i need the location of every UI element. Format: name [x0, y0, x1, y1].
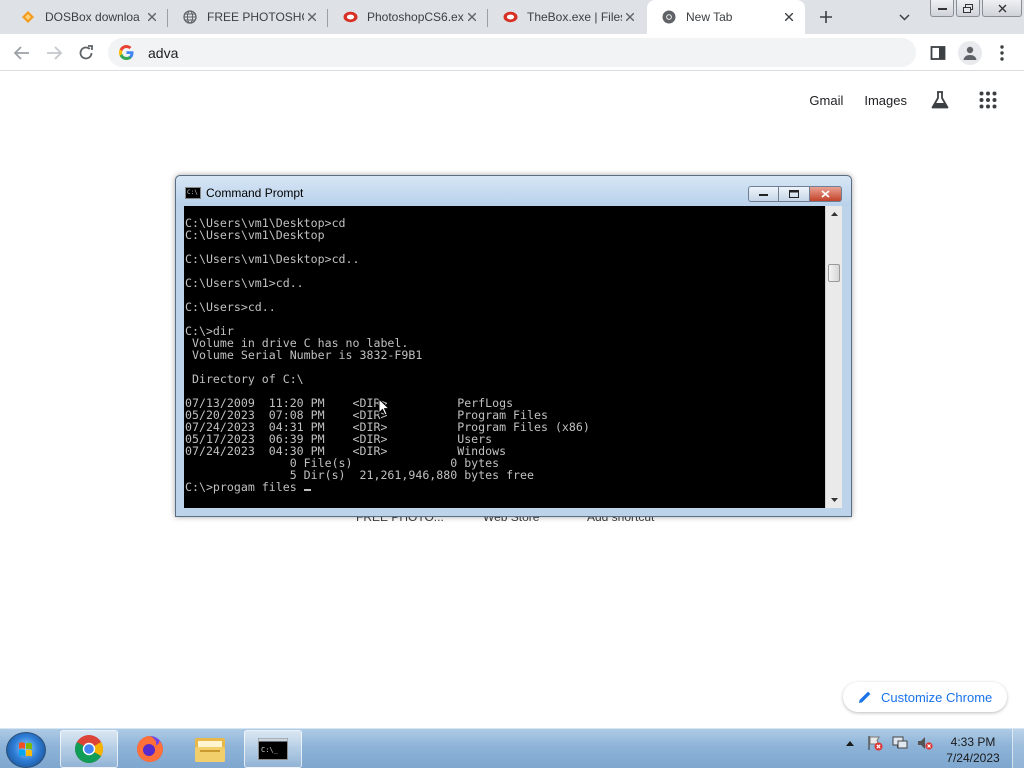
tab-title: FREE PHOTOSHO — [207, 10, 304, 24]
explorer-folder-icon — [195, 738, 225, 762]
tab-search-button[interactable] — [894, 7, 914, 27]
mediafire-icon — [502, 9, 518, 25]
windows-logo-icon — [19, 742, 32, 757]
console-prompt-line: C:\>progam files — [185, 480, 304, 494]
console-scrollbar[interactable] — [825, 206, 842, 508]
reload-button[interactable] — [73, 40, 99, 66]
side-panel-icon — [930, 46, 946, 60]
tab-title: PhotoshopCS6.ex — [367, 10, 464, 24]
tab-photoshopcs6[interactable]: PhotoshopCS6.ex — [328, 0, 488, 34]
menu-button[interactable] — [989, 40, 1015, 66]
cmd-minimize-button[interactable] — [748, 186, 779, 202]
tab-title: TheBox.exe | Files — [527, 10, 622, 24]
start-button[interactable] — [6, 732, 46, 768]
gmail-link[interactable]: Gmail — [809, 93, 843, 108]
taskbar-chrome[interactable] — [60, 730, 118, 768]
images-link[interactable]: Images — [864, 93, 907, 108]
tab-free-photoshop[interactable]: FREE PHOTOSHO — [168, 0, 328, 34]
mediafire-icon — [342, 9, 358, 25]
omnibox-text: adva — [148, 44, 179, 61]
console-history: C:\Users\vm1\Desktop>cd C:\Users\vm1\Des… — [185, 216, 590, 482]
window-controls — [928, 0, 1022, 17]
show-desktop-button[interactable] — [1012, 729, 1024, 768]
chrome-icon — [661, 9, 677, 25]
taskbar-explorer[interactable] — [181, 730, 239, 768]
close-icon[interactable] — [464, 9, 480, 25]
tab-title: DOSBox downloa — [45, 10, 140, 24]
minimize-button[interactable] — [930, 0, 954, 17]
customize-chrome-button[interactable]: Customize Chrome — [843, 682, 1007, 712]
kebab-menu-icon — [1000, 45, 1004, 61]
windows-taskbar: C:\_ 4:33 PM 7/24/2023 — [0, 728, 1024, 768]
reload-icon — [79, 45, 93, 60]
text-cursor — [303, 489, 311, 491]
cmd-title-bar[interactable]: C:\ Command Prompt — [176, 176, 851, 206]
show-hidden-icons-arrow-icon[interactable] — [842, 735, 858, 751]
new-tab-button[interactable] — [814, 5, 838, 29]
tab-title: New Tab — [686, 10, 733, 24]
action-center-flag-icon[interactable] — [867, 735, 883, 751]
network-icon[interactable] — [892, 735, 908, 751]
cmd-window-controls — [748, 186, 842, 202]
close-icon[interactable] — [144, 9, 160, 25]
globe-icon — [182, 9, 198, 25]
cmd-icon: C:\ — [185, 187, 201, 199]
scroll-up-arrow-icon[interactable] — [826, 206, 842, 222]
command-prompt-window[interactable]: C:\ Command Prompt C:\Users\vm1\Desktop>… — [175, 175, 852, 517]
cmd-close-button[interactable] — [810, 186, 842, 202]
firefox-icon — [137, 736, 163, 762]
console-text: C:\Users\vm1\Desktop>cd C:\Users\vm1\Des… — [185, 217, 590, 493]
browser-toolbar: adva — [0, 34, 1024, 71]
mouse-pointer-icon — [378, 398, 390, 416]
google-apps-icon[interactable] — [976, 88, 1000, 112]
taskbar-clock[interactable]: 4:33 PM 7/24/2023 — [930, 734, 1016, 766]
tab-strip: DOSBox downloa FREE PHOTOSHO PhotoshopCS… — [0, 0, 1024, 34]
side-panel-button[interactable] — [925, 40, 951, 66]
restore-button[interactable] — [956, 0, 980, 17]
scrollbar-thumb[interactable] — [828, 264, 840, 282]
plus-icon — [820, 11, 832, 23]
cmd-maximize-button[interactable] — [779, 186, 810, 202]
back-arrow-icon — [14, 46, 29, 60]
customize-chrome-label: Customize Chrome — [881, 689, 993, 705]
labs-flask-icon[interactable] — [928, 88, 952, 112]
cmd-window-title: Command Prompt — [206, 186, 304, 200]
pencil-icon — [857, 689, 873, 705]
tab-new-tab[interactable]: New Tab — [647, 0, 805, 34]
tab-dosbox[interactable]: DOSBox downloa — [6, 0, 168, 34]
close-icon[interactable] — [781, 9, 797, 25]
ntp-header-links: Gmail Images — [809, 88, 1000, 112]
close-icon[interactable] — [304, 9, 320, 25]
taskbar-firefox[interactable] — [121, 730, 179, 768]
close-icon[interactable] — [622, 9, 638, 25]
taskbar-cmd[interactable]: C:\_ — [244, 730, 302, 768]
profile-avatar[interactable] — [958, 41, 982, 65]
address-bar[interactable]: adva — [108, 38, 916, 67]
person-icon — [963, 46, 977, 60]
cmd-icon: C:\_ — [258, 738, 288, 760]
scroll-down-arrow-icon[interactable] — [826, 492, 842, 508]
clock-date: 7/24/2023 — [946, 751, 1000, 765]
tab-thebox[interactable]: TheBox.exe | Files — [488, 0, 646, 34]
forward-arrow-icon — [47, 46, 62, 60]
close-window-button[interactable] — [982, 0, 1022, 17]
svg-text:C:\_: C:\_ — [261, 746, 279, 754]
clock-time: 4:33 PM — [950, 735, 996, 749]
back-button[interactable] — [9, 40, 35, 66]
chrome-icon — [75, 735, 103, 763]
console-output-area[interactable]: C:\Users\vm1\Desktop>cd C:\Users\vm1\Des… — [184, 206, 825, 508]
chevron-down-icon — [898, 13, 910, 21]
dosbox-icon — [20, 9, 36, 25]
google-icon — [118, 45, 134, 61]
system-tray — [842, 735, 942, 751]
forward-button[interactable] — [41, 40, 67, 66]
